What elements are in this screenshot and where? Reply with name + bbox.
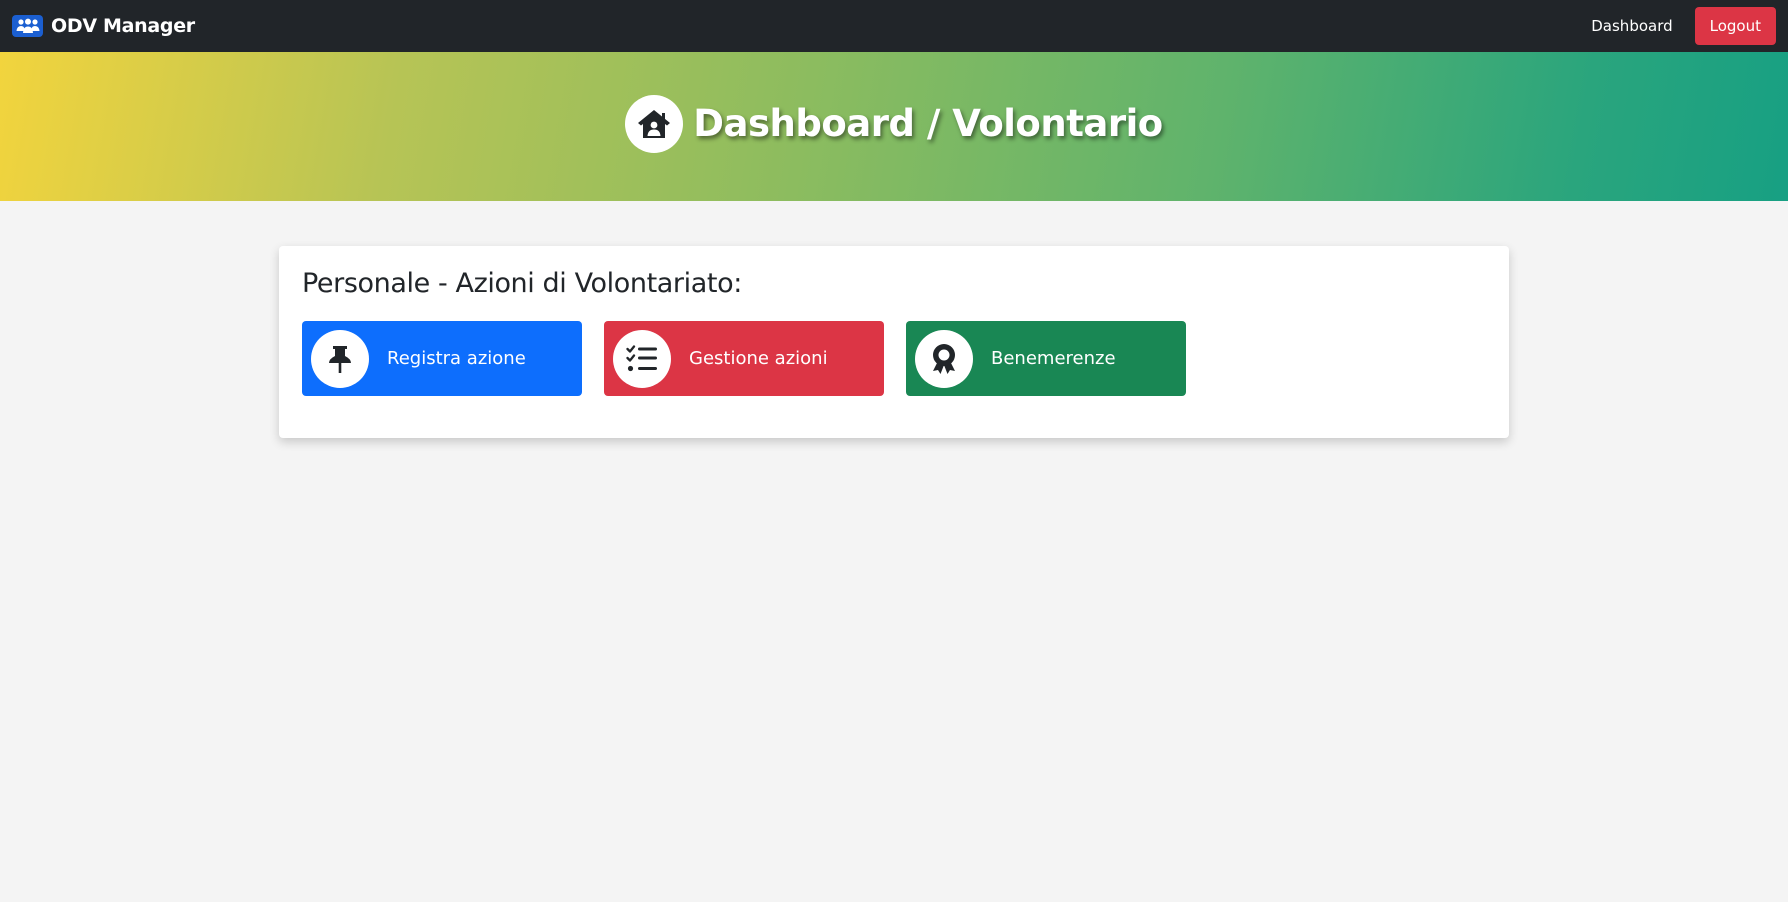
card-title: Personale - Azioni di Volontariato: <box>302 268 742 299</box>
benemerenze-button[interactable]: Benemerenze <box>906 321 1186 396</box>
volunteer-actions-card: Personale - Azioni di Volontariato: Regi… <box>279 246 1509 438</box>
nav-link-dashboard[interactable]: Dashboard <box>1591 17 1672 35</box>
top-navbar: ODV Manager Dashboard Logout <box>0 0 1788 52</box>
action-buttons: Registra azione Gestione azioni Benemere… <box>302 321 1486 396</box>
gestione-azioni-button[interactable]: Gestione azioni <box>604 321 884 396</box>
action-label: Benemerenze <box>991 348 1116 369</box>
action-label: Gestione azioni <box>689 348 828 369</box>
users-icon <box>12 15 43 37</box>
page-header: Dashboard / Volontario <box>0 52 1788 201</box>
logout-button[interactable]: Logout <box>1694 7 1776 45</box>
page-title: Dashboard / Volontario <box>693 102 1163 145</box>
award-icon <box>915 329 973 388</box>
thumbtack-icon <box>311 329 369 388</box>
house-user-icon <box>625 94 684 153</box>
brand-link[interactable]: ODV Manager <box>12 15 195 37</box>
action-label: Registra azione <box>387 348 526 369</box>
registra-azione-button[interactable]: Registra azione <box>302 321 582 396</box>
list-check-icon <box>613 329 671 388</box>
brand-name: ODV Manager <box>51 15 195 37</box>
nav-right: Dashboard Logout <box>1591 7 1776 45</box>
